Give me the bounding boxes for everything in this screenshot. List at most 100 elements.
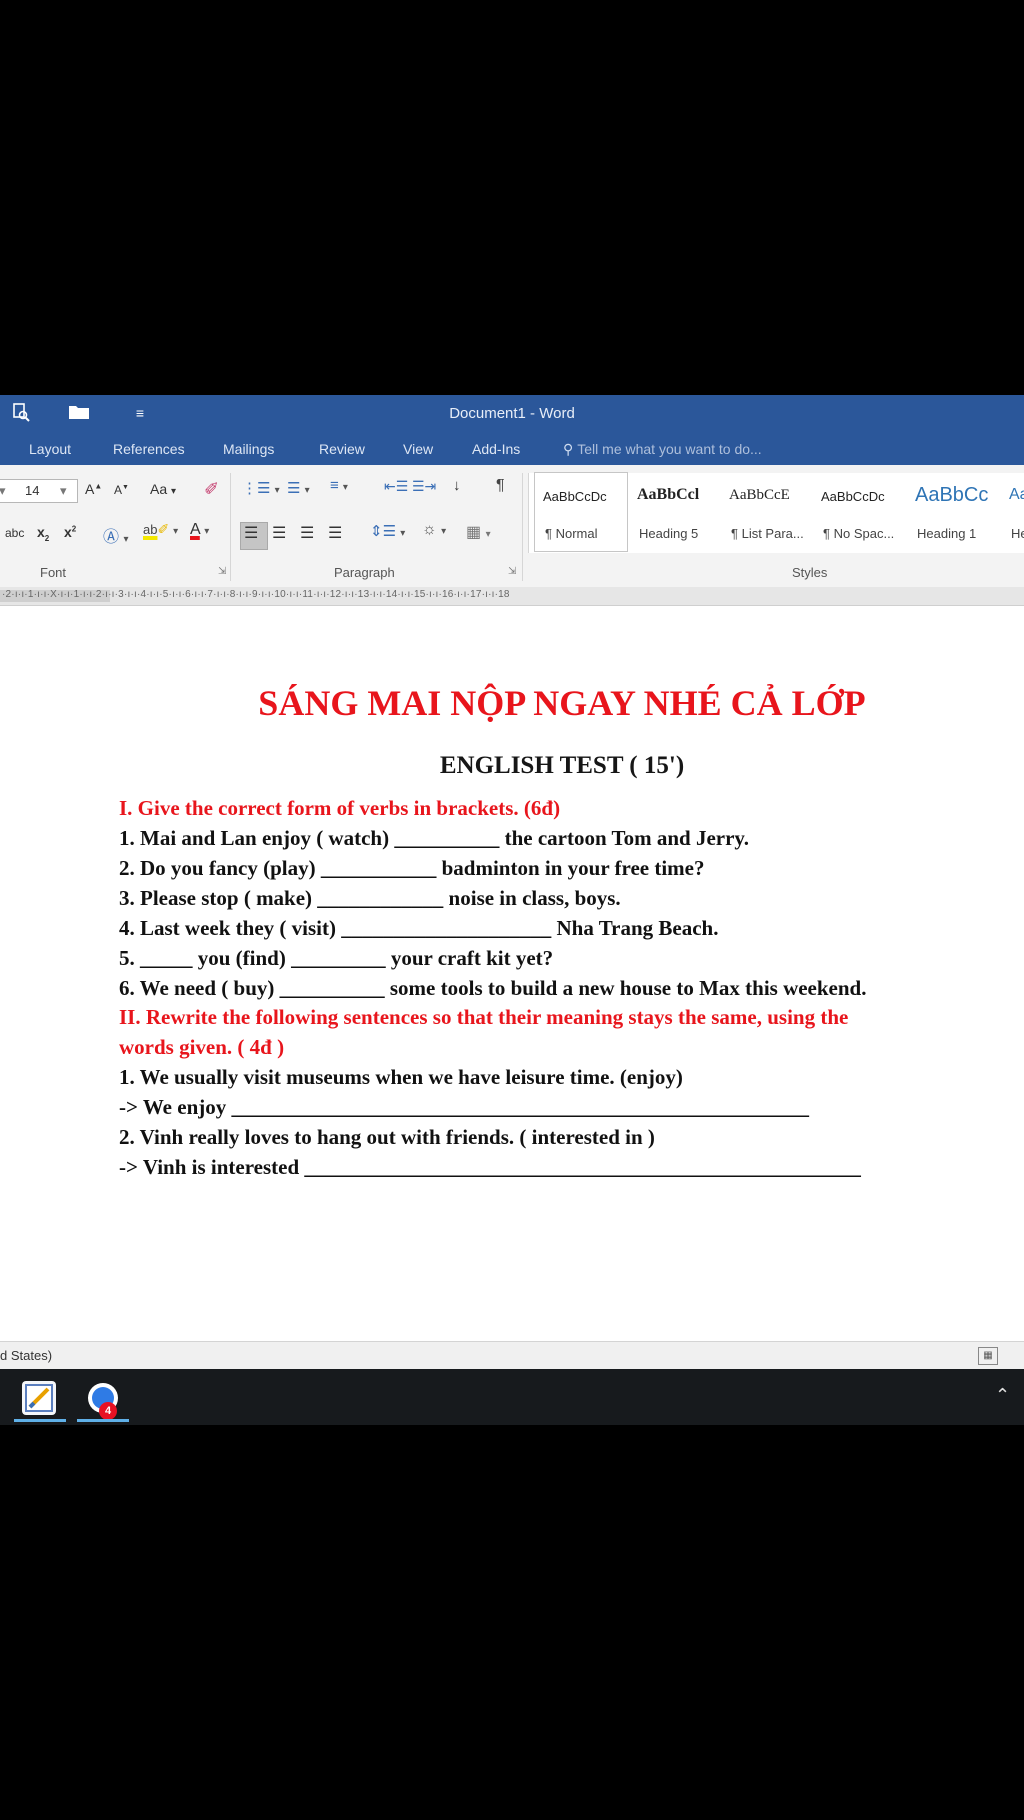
bullets-icon[interactable]: ⋮☰ ▾ (242, 479, 280, 497)
align-left-icon[interactable]: ☰ (244, 523, 258, 543)
chevron-down-icon: ▾ (60, 483, 67, 498)
style-no-spacing-preview: AaBbCcDc (821, 489, 885, 504)
text-effects-icon[interactable]: Ⓐ ▾ (103, 523, 128, 547)
paragraph-group-label: Paragraph (334, 565, 395, 580)
superscript-button[interactable]: x2 (64, 524, 76, 540)
subscript-button[interactable]: x2 (37, 524, 49, 543)
tell-me-search[interactable]: ⚲ Tell me what you want to do... (563, 441, 762, 458)
numbering-icon[interactable]: ☰ ▾ (287, 479, 310, 497)
horizontal-ruler[interactable]: ·2·ı·ı·1·ı·ı·X·ı·ı·1·ı·ı·2·ı·ı·3·ı·ı·4·ı… (0, 587, 1024, 606)
style-list-paragraph-preview: AaBbCcE (729, 487, 790, 503)
document-page[interactable]: SÁNG MAI NỘP NGAY NHÉ CẢ LỚP ENGLISH TES… (0, 606, 1024, 1341)
chevron-up-icon[interactable]: ⌃ (995, 1385, 1010, 1406)
shading-icon[interactable]: ☼ ▾ (422, 521, 446, 539)
paragraph-dialog-launcher-icon[interactable]: ⇲ (508, 566, 516, 577)
section2-heading-cont: words given. ( 4đ ) (119, 1035, 285, 1059)
section2-heading: II. Rewrite the following sentences so t… (119, 1005, 849, 1029)
section1-heading: I. Give the correct form of verbs in bra… (119, 796, 561, 820)
rewrite-line: 2. Vinh really loves to hang out with fr… (119, 1125, 655, 1149)
active-app-indicator (14, 1419, 66, 1422)
window-title: Document1 - Word (449, 405, 575, 422)
increase-indent-icon[interactable]: ☰⇥ (412, 478, 436, 495)
align-center-icon[interactable]: ☰ (272, 523, 286, 543)
show-formatting-marks-icon[interactable]: ¶ (496, 477, 505, 495)
style-heading-2-preview: Aa (1009, 486, 1024, 503)
shrink-font-label: A (114, 483, 123, 497)
style-normal[interactable]: AaBbCcDc ¶ Normal (534, 472, 628, 552)
question-line: 5. _____ you (find) _________ your craft… (119, 946, 554, 970)
style-normal-preview: AaBbCcDc (543, 489, 607, 504)
multilevel-list-icon[interactable]: ≡ ▾ (330, 477, 348, 494)
font-group-label: Font (40, 565, 67, 580)
question-line: 2. Do you fancy (play) ___________ badmi… (119, 856, 705, 880)
style-heading-5-name: Heading 5 (639, 526, 699, 541)
separator (230, 473, 231, 581)
test-title: ENGLISH TEST ( 15') (439, 752, 685, 779)
change-case-label: Aa (150, 481, 168, 497)
styles-group-label: Styles (792, 565, 828, 580)
sort-icon[interactable]: ↓ (453, 477, 461, 494)
tab-add-ins[interactable]: Add-Ins (472, 441, 520, 457)
style-heading-2-name: He (1011, 526, 1024, 541)
font-size-value: 14 (25, 483, 40, 498)
question-line: 4. Last week they ( visit) _____________… (119, 916, 719, 940)
font-name-chevron-icon: ▾ (0, 483, 6, 498)
line-spacing-icon[interactable]: ⇕☰ ▾ (370, 522, 405, 540)
tab-review[interactable]: Review (319, 441, 365, 457)
strikethrough-button[interactable]: abc (5, 526, 24, 540)
align-right-icon[interactable]: ☰ (300, 523, 314, 543)
style-heading-5[interactable]: AaBbCcl Heading 5 (629, 473, 719, 551)
styles-gallery: AaBbCcDc ¶ Normal AaBbCcl Heading 5 AaBb… (528, 472, 1024, 553)
style-heading-1-preview: AaBbCc (915, 484, 989, 506)
active-app-indicator (77, 1419, 129, 1422)
tab-layout[interactable]: Layout (29, 441, 71, 457)
language-indicator[interactable]: d States) (0, 1348, 52, 1363)
separator (522, 473, 523, 581)
tab-references[interactable]: References (113, 441, 185, 457)
style-heading-2[interactable]: Aa He (1001, 473, 1024, 551)
tell-me-text: Tell me what you want to do... (577, 441, 762, 457)
ribbon: ▾ 14 ▾ A▲ A▼ Aa ▾ ✐ abc x2 x2 Ⓐ ▾ ab✐ ▾ … (0, 465, 1024, 588)
clear-formatting-icon[interactable]: ✐ (204, 479, 219, 500)
rewrite-answer-line: -> Vinh is interested __________________… (119, 1155, 861, 1179)
grow-font-label: A (85, 481, 95, 497)
highlight-color-icon[interactable]: ab✐ ▾ (143, 521, 178, 538)
subscript-label: x (37, 524, 45, 540)
shrink-font-button[interactable]: A▼ (114, 483, 129, 497)
borders-icon[interactable]: ▦ ▾ (466, 522, 491, 542)
style-heading-5-preview: AaBbCcl (637, 486, 700, 503)
lightbulb-icon: ⚲ (563, 441, 574, 457)
notification-badge: 4 (99, 1402, 117, 1420)
screenshot: ≡ Document1 - Word Layout References Mai… (0, 395, 1024, 1425)
tab-view[interactable]: View (403, 441, 433, 457)
font-dialog-launcher-icon[interactable]: ⇲ (218, 566, 226, 577)
style-heading-1[interactable]: AaBbCc Heading 1 (907, 473, 999, 551)
question-line: 6. We need ( buy) __________ some tools … (119, 976, 867, 1000)
ribbon-tabs: Layout References Mailings Review View A… (0, 433, 1024, 465)
question-line: 3. Please stop ( make) ____________ nois… (119, 886, 621, 910)
rewrite-answer-line: -> We enjoy ____________________________… (119, 1095, 809, 1119)
decrease-indent-icon[interactable]: ⇤☰ (384, 478, 408, 495)
change-case-button[interactable]: Aa ▾ (150, 481, 176, 497)
style-heading-1-name: Heading 1 (917, 526, 977, 541)
grow-font-button[interactable]: A▲ (85, 481, 102, 497)
ruler-marks: ·2·ı·ı·1·ı·ı·X·ı·ı·1·ı·ı·2·ı·ı·3·ı·ı·4·ı… (2, 589, 510, 600)
superscript-label: x (64, 524, 72, 540)
font-color-icon[interactable]: A ▾ (190, 521, 209, 539)
font-size-dropdown[interactable]: ▾ 14 ▾ (0, 479, 78, 503)
style-list-paragraph-name: ¶ List Para... (731, 526, 804, 541)
title-bar: ≡ Document1 - Word (0, 395, 1024, 433)
style-no-spacing-name: ¶ No Spac... (823, 526, 895, 541)
tab-mailings[interactable]: Mailings (223, 441, 274, 457)
taskbar: 4 ⌃ (0, 1369, 1024, 1425)
style-normal-name: ¶ Normal (545, 526, 598, 541)
sticky-notes-icon[interactable] (22, 1381, 56, 1415)
style-list-paragraph[interactable]: AaBbCcE ¶ List Para... (721, 473, 811, 551)
status-bar: d States) ▦ (0, 1341, 1024, 1370)
read-mode-icon[interactable]: ▦ (978, 1347, 998, 1365)
question-line: 1. Mai and Lan enjoy ( watch) __________… (119, 826, 749, 850)
document-banner: SÁNG MAI NỘP NGAY NHÉ CẢ LỚP (258, 683, 866, 723)
rewrite-line: 1. We usually visit museums when we have… (119, 1065, 683, 1089)
justify-icon[interactable]: ☰ (328, 523, 342, 543)
style-no-spacing[interactable]: AaBbCcDc ¶ No Spac... (813, 473, 905, 551)
